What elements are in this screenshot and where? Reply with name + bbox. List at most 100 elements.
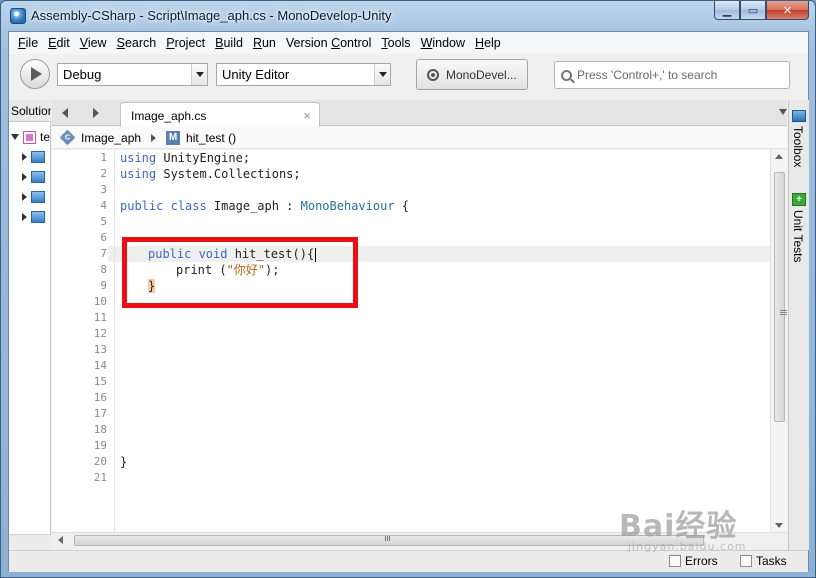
errors-label: Errors xyxy=(685,554,718,568)
tab-forward-icon[interactable] xyxy=(93,108,99,118)
menu-item[interactable]: Help xyxy=(470,32,506,54)
breadcrumb-class[interactable]: Image_aph xyxy=(81,131,141,145)
tasks-pad-button[interactable]: Tasks xyxy=(740,554,787,568)
document-tab-strip: Image_aph.cs × xyxy=(52,100,787,127)
class-icon-badge: C xyxy=(64,133,71,142)
menu-item-label: ile xyxy=(25,36,39,50)
title-bar[interactable]: Assembly-CSharp - Script\Image_aph.cs - … xyxy=(1,1,815,31)
folder-icon xyxy=(31,151,45,163)
line-number: 8 xyxy=(100,263,107,276)
scroll-up-icon[interactable] xyxy=(775,154,783,159)
chevron-down-icon[interactable] xyxy=(191,64,207,85)
folder-icon xyxy=(31,171,45,183)
scrollbar-thumb[interactable] xyxy=(74,535,704,546)
minimize-icon: ▁ xyxy=(722,4,732,17)
breadcrumb-separator-icon xyxy=(151,133,157,142)
unit-tests-pad-tab[interactable]: Unit Tests xyxy=(791,210,805,262)
monodevelop-button[interactable]: MonoDevel... xyxy=(416,59,528,90)
menu-item[interactable]: Run xyxy=(248,32,281,54)
tasks-icon xyxy=(740,555,752,567)
tree-root-label: te xyxy=(40,130,51,144)
folder-icon xyxy=(31,191,45,203)
solution-pad: Solution te xyxy=(9,100,51,550)
chevron-down-icon[interactable] xyxy=(374,64,390,85)
expander-icon[interactable] xyxy=(22,173,27,181)
tree-root[interactable]: te xyxy=(11,128,50,146)
scrollbar-thumb[interactable] xyxy=(774,172,787,422)
line-number: 3 xyxy=(100,183,107,196)
menu-item[interactable]: Tools xyxy=(376,32,415,54)
scroll-left-icon[interactable] xyxy=(58,536,63,544)
tree-item[interactable] xyxy=(22,188,45,206)
expander-open-icon[interactable] xyxy=(11,134,19,140)
menu-item[interactable]: Version Control xyxy=(281,32,376,54)
menu-item-label: elp xyxy=(484,36,501,50)
menu-item-label: ontrol xyxy=(340,36,372,50)
close-icon: ✕ xyxy=(782,4,793,17)
menu-item[interactable]: Window xyxy=(416,32,470,54)
menu-item[interactable]: Edit xyxy=(43,32,75,54)
expander-icon[interactable] xyxy=(22,213,27,221)
code-line-4: public class Image_aph : MonoBehaviour { xyxy=(120,198,409,214)
tree-item[interactable] xyxy=(22,208,45,226)
run-button[interactable] xyxy=(20,59,50,89)
configuration-select[interactable]: Debug xyxy=(57,63,208,86)
unit-tests-icon[interactable]: + xyxy=(792,193,806,206)
breadcrumb-method[interactable]: hit_test () xyxy=(186,131,236,145)
toolbox-pad-tab[interactable]: Toolbox xyxy=(791,126,805,167)
project-icon xyxy=(23,130,36,144)
caption-buttons: ▁ ▭ ✕ xyxy=(714,1,809,20)
menu-item-label: uild xyxy=(223,36,243,50)
class-icon: C xyxy=(59,129,76,146)
menu-item-label: P xyxy=(166,36,175,50)
menu-item[interactable]: View xyxy=(75,32,112,54)
menu-item-label: F xyxy=(18,36,26,50)
scroll-down-icon[interactable] xyxy=(775,523,783,528)
code-text: } xyxy=(120,455,128,469)
base-type: MonoBehaviour xyxy=(300,199,395,213)
menu-item[interactable]: Search xyxy=(112,32,162,54)
errors-icon xyxy=(669,555,681,567)
target-select[interactable]: Unity Editor xyxy=(216,63,391,86)
editor-vertical-scrollbar[interactable] xyxy=(770,150,787,532)
close-button[interactable]: ✕ xyxy=(766,1,809,20)
code-text: UnityEngine; xyxy=(156,151,251,165)
expander-icon[interactable] xyxy=(22,153,27,161)
menu-item-label: C xyxy=(331,36,341,50)
maximize-button[interactable]: ▭ xyxy=(740,1,766,20)
menu-item[interactable]: Build xyxy=(210,32,248,54)
minimize-button[interactable]: ▁ xyxy=(714,1,740,20)
menu-item-label: roject xyxy=(174,36,206,50)
tab-image-aph-cs[interactable]: Image_aph.cs × xyxy=(120,102,320,127)
menu-item[interactable]: File xyxy=(13,32,43,54)
folder-icon xyxy=(31,211,45,223)
code-text: { xyxy=(394,199,409,213)
status-bar: Errors Tasks xyxy=(9,550,808,572)
tree-item[interactable] xyxy=(22,148,45,166)
menu-bar: File Edit View Search Project Build Run Version… xyxy=(9,32,808,54)
toolbox-icon[interactable] xyxy=(792,110,806,122)
search-icon xyxy=(561,69,572,81)
code-line-2: using System.Collections; xyxy=(120,166,301,182)
line-number: 20 xyxy=(93,455,107,468)
maximize-icon: ▭ xyxy=(747,4,759,17)
search-input[interactable]: Press 'Control+,' to search xyxy=(554,61,790,89)
class-name: Image_aph : xyxy=(206,199,301,213)
tab-close-icon[interactable]: × xyxy=(303,108,311,123)
solution-horizontal-scrollbar[interactable] xyxy=(9,534,51,550)
errors-pad-button[interactable]: Errors xyxy=(669,554,718,568)
tasks-label: Tasks xyxy=(756,554,787,568)
tab-back-icon[interactable] xyxy=(62,108,68,118)
main-toolbar: Debug Unity Editor MonoDevel... Press 'C… xyxy=(9,54,808,94)
tab-list-dropdown-icon[interactable] xyxy=(779,109,787,115)
code-editor[interactable]: 1 2 3 4 5 6 7 8 9 10 11 12 13 14 15 16 17 18 19 20 21 using … xyxy=(52,150,787,532)
grip-icon xyxy=(385,536,386,541)
line-number: 15 xyxy=(93,375,107,388)
menu-item[interactable]: Project xyxy=(161,32,210,54)
line-number: 18 xyxy=(93,423,107,436)
record-icon xyxy=(427,68,439,81)
right-pad-strip: Toolbox + Unit Tests xyxy=(788,100,809,550)
expander-icon[interactable] xyxy=(22,193,27,201)
solution-pad-tab[interactable]: Solution xyxy=(9,100,51,122)
tree-item[interactable] xyxy=(22,168,45,186)
